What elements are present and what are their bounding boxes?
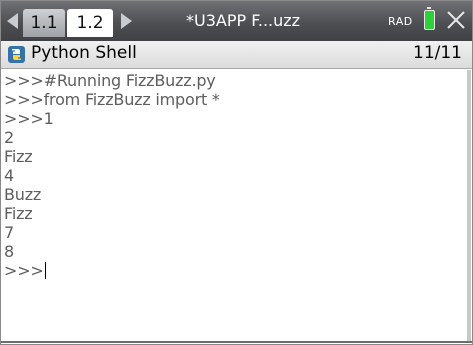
- chevron-right-icon[interactable]: [121, 13, 132, 29]
- shell-prompt-line[interactable]: >>>: [4, 261, 464, 280]
- page-indicator: 11/11: [413, 43, 462, 63]
- shell-prompt: >>>: [4, 261, 44, 280]
- app-header: Python Shell 11/11: [1, 41, 472, 69]
- chevron-left-icon[interactable]: [7, 13, 18, 29]
- python-icon: [8, 46, 25, 63]
- text-cursor: [44, 262, 46, 279]
- shell-line: >>>#Running FizzBuzz.py: [4, 71, 216, 90]
- shell-line: >>>1: [4, 109, 54, 128]
- document-title: *U3APP F...uzz: [186, 11, 301, 30]
- shell-line: 2: [4, 128, 14, 147]
- tab-1-1[interactable]: 1.1: [23, 9, 65, 37]
- tab-1-2[interactable]: 1.2: [67, 9, 113, 37]
- shell-line: 8: [4, 242, 14, 261]
- scrollbar[interactable]: [467, 70, 471, 342]
- app-title: Python Shell: [31, 43, 137, 63]
- tab-bar: 1.1 1.2 *U3APP F...uzz RAD: [1, 1, 472, 41]
- shell-line: >>>from FizzBuzz import *: [4, 90, 220, 109]
- angle-mode-indicator: RAD: [388, 15, 413, 28]
- close-icon[interactable]: [445, 9, 467, 31]
- battery-icon: [424, 7, 435, 30]
- shell-line: 4: [4, 166, 14, 185]
- shell-line: Buzz: [4, 185, 42, 204]
- shell-line: Fizz: [4, 147, 33, 166]
- shell-output[interactable]: >>>#Running FizzBuzz.py >>>from FizzBuzz…: [4, 71, 464, 341]
- shell-line: Fizz: [4, 204, 33, 223]
- bottom-border: [1, 341, 472, 343]
- calculator-screen: 1.1 1.2 *U3APP F...uzz RAD Python Shell …: [0, 0, 473, 345]
- shell-line: 7: [4, 223, 14, 242]
